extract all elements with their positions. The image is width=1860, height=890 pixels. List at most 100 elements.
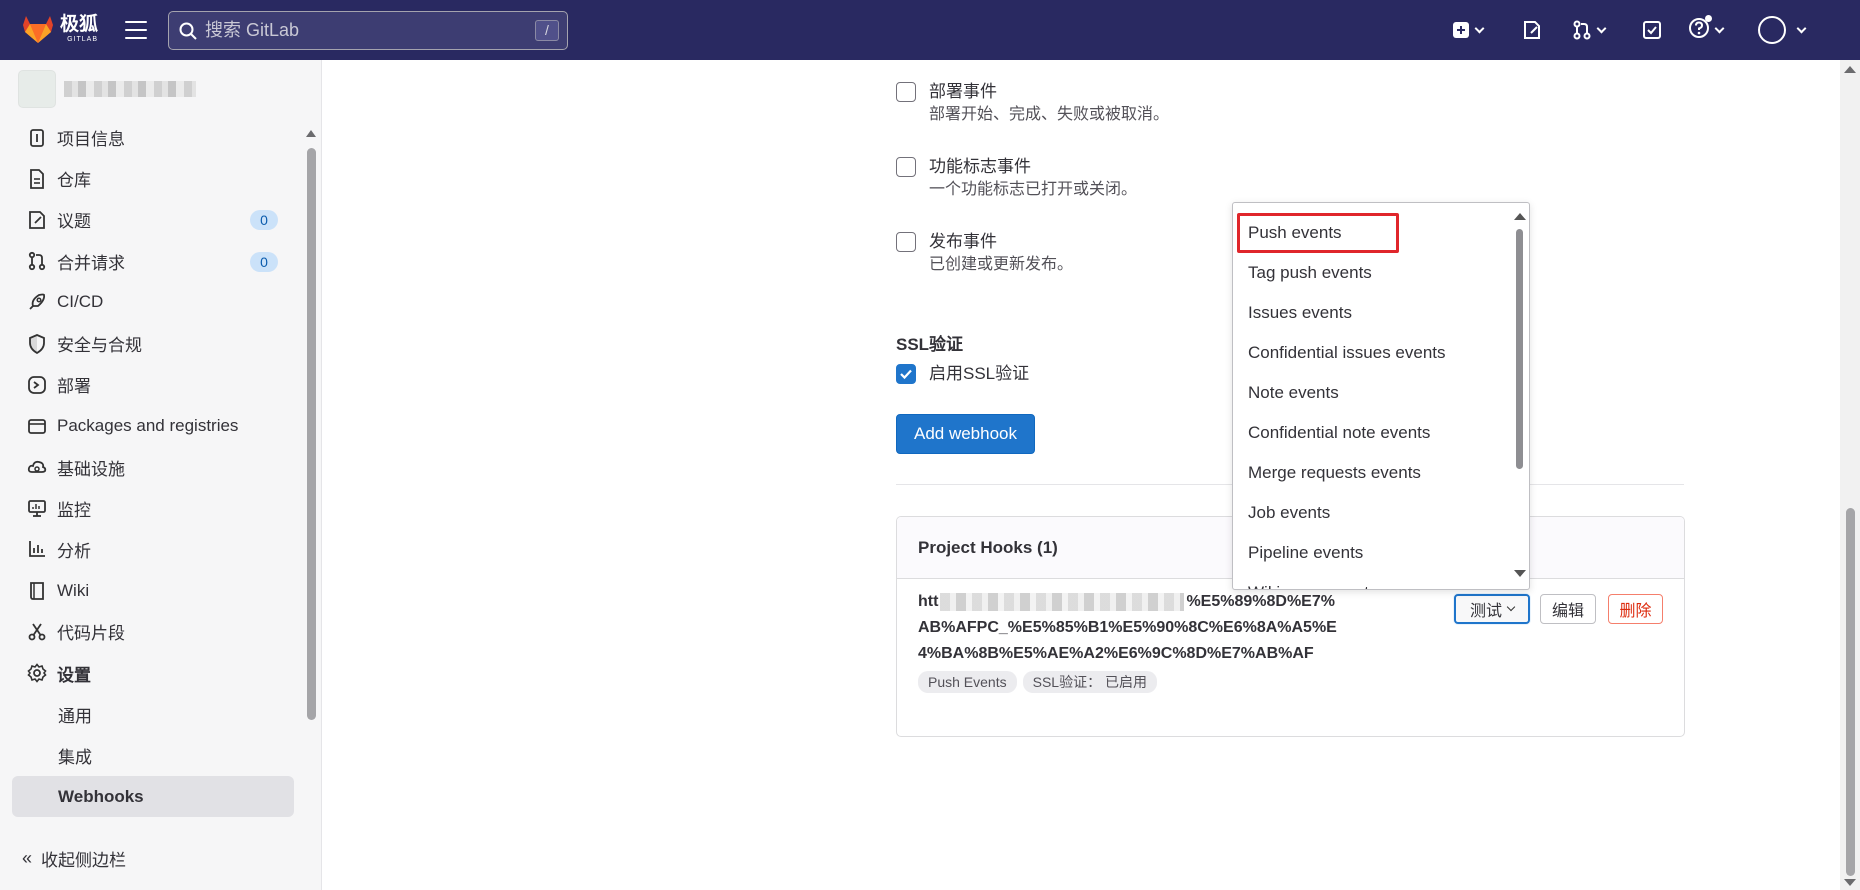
dropdown-item-push-events[interactable]: Push events [1237, 213, 1399, 253]
ssl-verification-option: 启用SSL验证 [896, 362, 1029, 386]
scroll-up-arrow-icon[interactable] [1514, 213, 1526, 220]
sidebar-item-security[interactable]: 安全与合规 [12, 323, 294, 364]
search-bar[interactable]: / [168, 11, 568, 50]
sidebar-item-analytics[interactable]: 分析 [12, 529, 294, 570]
sidebar-item-repository[interactable]: 仓库 [12, 158, 294, 199]
project-header[interactable] [18, 70, 196, 108]
document-icon [30, 168, 44, 189]
sidebar-subitem-general[interactable]: 通用 [12, 694, 294, 735]
scroll-down-arrow-icon[interactable] [1514, 570, 1526, 577]
sidebar-item-label: 代码片段 [57, 624, 125, 644]
sidebar-item-label: CI/CD [57, 292, 104, 312]
event-description: 一个功能标志已打开或关闭。 [929, 181, 1138, 198]
checkmark-icon [900, 369, 912, 380]
create-new-dropdown[interactable] [1452, 18, 1485, 42]
page-scrollbar[interactable] [1840, 60, 1860, 890]
scroll-up-arrow-icon[interactable] [1844, 66, 1856, 73]
dropdown-scrollbar[interactable] [1511, 203, 1529, 589]
deploy-icon [28, 375, 46, 394]
scrollbar-thumb[interactable] [1516, 229, 1523, 469]
issues-shortcut[interactable] [1522, 18, 1542, 42]
hook-tag-ssl: SSL验证： 已启用 [1022, 671, 1157, 693]
sidebar-scrollbar[interactable] [304, 126, 318, 866]
event-option-deployment: 部署事件 部署开始、完成、失败或被取消。 [896, 80, 1169, 126]
dropdown-item-note-events[interactable]: Note events [1233, 373, 1511, 413]
dropdown-item-job-events[interactable]: Job events [1233, 493, 1511, 533]
scrollbar-thumb[interactable] [1846, 508, 1855, 876]
collapse-sidebar-button[interactable]: « 收起侧边栏 [22, 846, 126, 871]
sidebar-nav: 项目信息 仓库 议题 0 合并请求 0 CI/CD 安全与合规 部署 Packa… [12, 117, 294, 818]
hook-url-prefix: htt [918, 593, 939, 610]
sidebar-item-monitor[interactable]: 监控 [12, 488, 294, 529]
scroll-down-arrow-icon[interactable] [1844, 879, 1856, 886]
sidebar-subitem-webhooks[interactable]: Webhooks [12, 776, 294, 818]
user-menu[interactable] [1758, 15, 1807, 45]
todo-checkbox-icon [1643, 21, 1661, 39]
ssl-checkbox-label: 启用SSL验证 [929, 364, 1030, 383]
sidebar-subitem-integrations[interactable]: 集成 [12, 735, 294, 776]
double-chevron-left-icon: « [22, 848, 33, 868]
merge-requests-dropdown[interactable] [1572, 18, 1607, 42]
issues-icon [1524, 21, 1540, 39]
hook-row: htt %E5%89%8D%E7%AB%AFPC_%E5%85%B1%E5%90%… [897, 579, 1684, 703]
test-hook-dropdown-button[interactable]: 测试 [1454, 594, 1530, 624]
edit-hook-button[interactable]: 编辑 [1540, 594, 1596, 624]
sidebar-item-issues[interactable]: 议题 0 [12, 199, 294, 240]
scroll-up-arrow-icon[interactable] [306, 130, 316, 137]
test-events-dropdown: Push events Tag push events Issues event… [1232, 202, 1530, 590]
sidebar-item-merge-requests[interactable]: 合并请求 0 [12, 241, 294, 282]
ssl-verification-checkbox[interactable] [896, 364, 916, 384]
dropdown-item-pipeline-events[interactable]: Pipeline events [1233, 533, 1511, 573]
search-shortcut-key: / [535, 20, 559, 41]
sidebar-item-label: 合并请求 [57, 253, 125, 273]
sidebar-item-infrastructure[interactable]: 基础设施 [12, 447, 294, 488]
sidebar-item-project-info[interactable]: 项目信息 [12, 117, 294, 158]
logo-subtext: GITLAB [67, 36, 99, 43]
dropdown-item-issues-events[interactable]: Issues events [1233, 293, 1511, 333]
deployment-events-checkbox[interactable] [896, 82, 916, 102]
feature-flag-events-checkbox[interactable] [896, 157, 916, 177]
merge-requests-count-badge: 0 [250, 251, 278, 272]
event-description: 部署开始、完成、失败或被取消。 [929, 106, 1170, 123]
project-avatar [18, 70, 56, 108]
event-option-release: 发布事件 已创建或更新发布。 [896, 230, 1073, 276]
sidebar-item-deployments[interactable]: 部署 [12, 364, 294, 405]
dropdown-list: Push events Tag push events Issues event… [1233, 213, 1511, 589]
avatar [1758, 16, 1786, 44]
dropdown-item-merge-requests-events[interactable]: Merge requests events [1233, 453, 1511, 493]
test-button-label: 测试 [1469, 603, 1502, 620]
search-input[interactable] [205, 20, 525, 41]
plus-square-icon [1453, 22, 1469, 38]
sidebar-item-snippets[interactable]: 代码片段 [12, 611, 294, 652]
logo-text: 极狐 [60, 14, 99, 35]
project-name-redacted [64, 81, 196, 97]
sidebar-item-cicd[interactable]: CI/CD [12, 282, 294, 323]
help-dropdown[interactable] [1688, 14, 1725, 42]
release-events-checkbox[interactable] [896, 232, 916, 252]
event-title: 功能标志事件 [929, 157, 1031, 176]
main-content: 部署事件 部署开始、完成、失败或被取消。 功能标志事件 一个功能标志已打开或关闭… [323, 60, 1838, 890]
todos-shortcut[interactable] [1642, 18, 1662, 42]
sidebar-item-wiki[interactable]: Wiki [12, 570, 294, 611]
hamburger-menu-icon[interactable] [122, 17, 150, 43]
dropdown-item-tag-push-events[interactable]: Tag push events [1233, 253, 1511, 293]
rocket-icon [29, 293, 46, 310]
info-icon [30, 128, 44, 147]
event-description: 已创建或更新发布。 [929, 256, 1074, 273]
dropdown-item-confidential-note-events[interactable]: Confidential note events [1233, 413, 1511, 453]
scrollbar-thumb[interactable] [307, 148, 316, 720]
sidebar-item-packages[interactable]: Packages and registries [12, 405, 294, 446]
top-navbar: 极狐 GITLAB / [0, 0, 1860, 60]
dropdown-item-confidential-issues-events[interactable]: Confidential issues events [1233, 333, 1511, 373]
sidebar-item-label: 设置 [57, 665, 91, 685]
add-webhook-button[interactable]: Add webhook [896, 414, 1035, 454]
chevron-down-icon [1796, 23, 1807, 33]
chevron-down-icon [1714, 23, 1725, 33]
fox-logo-icon [23, 16, 53, 43]
sidebar-item-settings[interactable]: 设置 [12, 652, 294, 693]
merge-request-icon [28, 252, 46, 271]
dropdown-item-wiki-page-events[interactable]: Wiki page events [1233, 573, 1511, 589]
delete-hook-button[interactable]: 删除 [1608, 594, 1663, 624]
sidebar-subitem-label: Webhooks [58, 786, 144, 806]
gitlab-logo[interactable]: 极狐 GITLAB [22, 14, 98, 44]
